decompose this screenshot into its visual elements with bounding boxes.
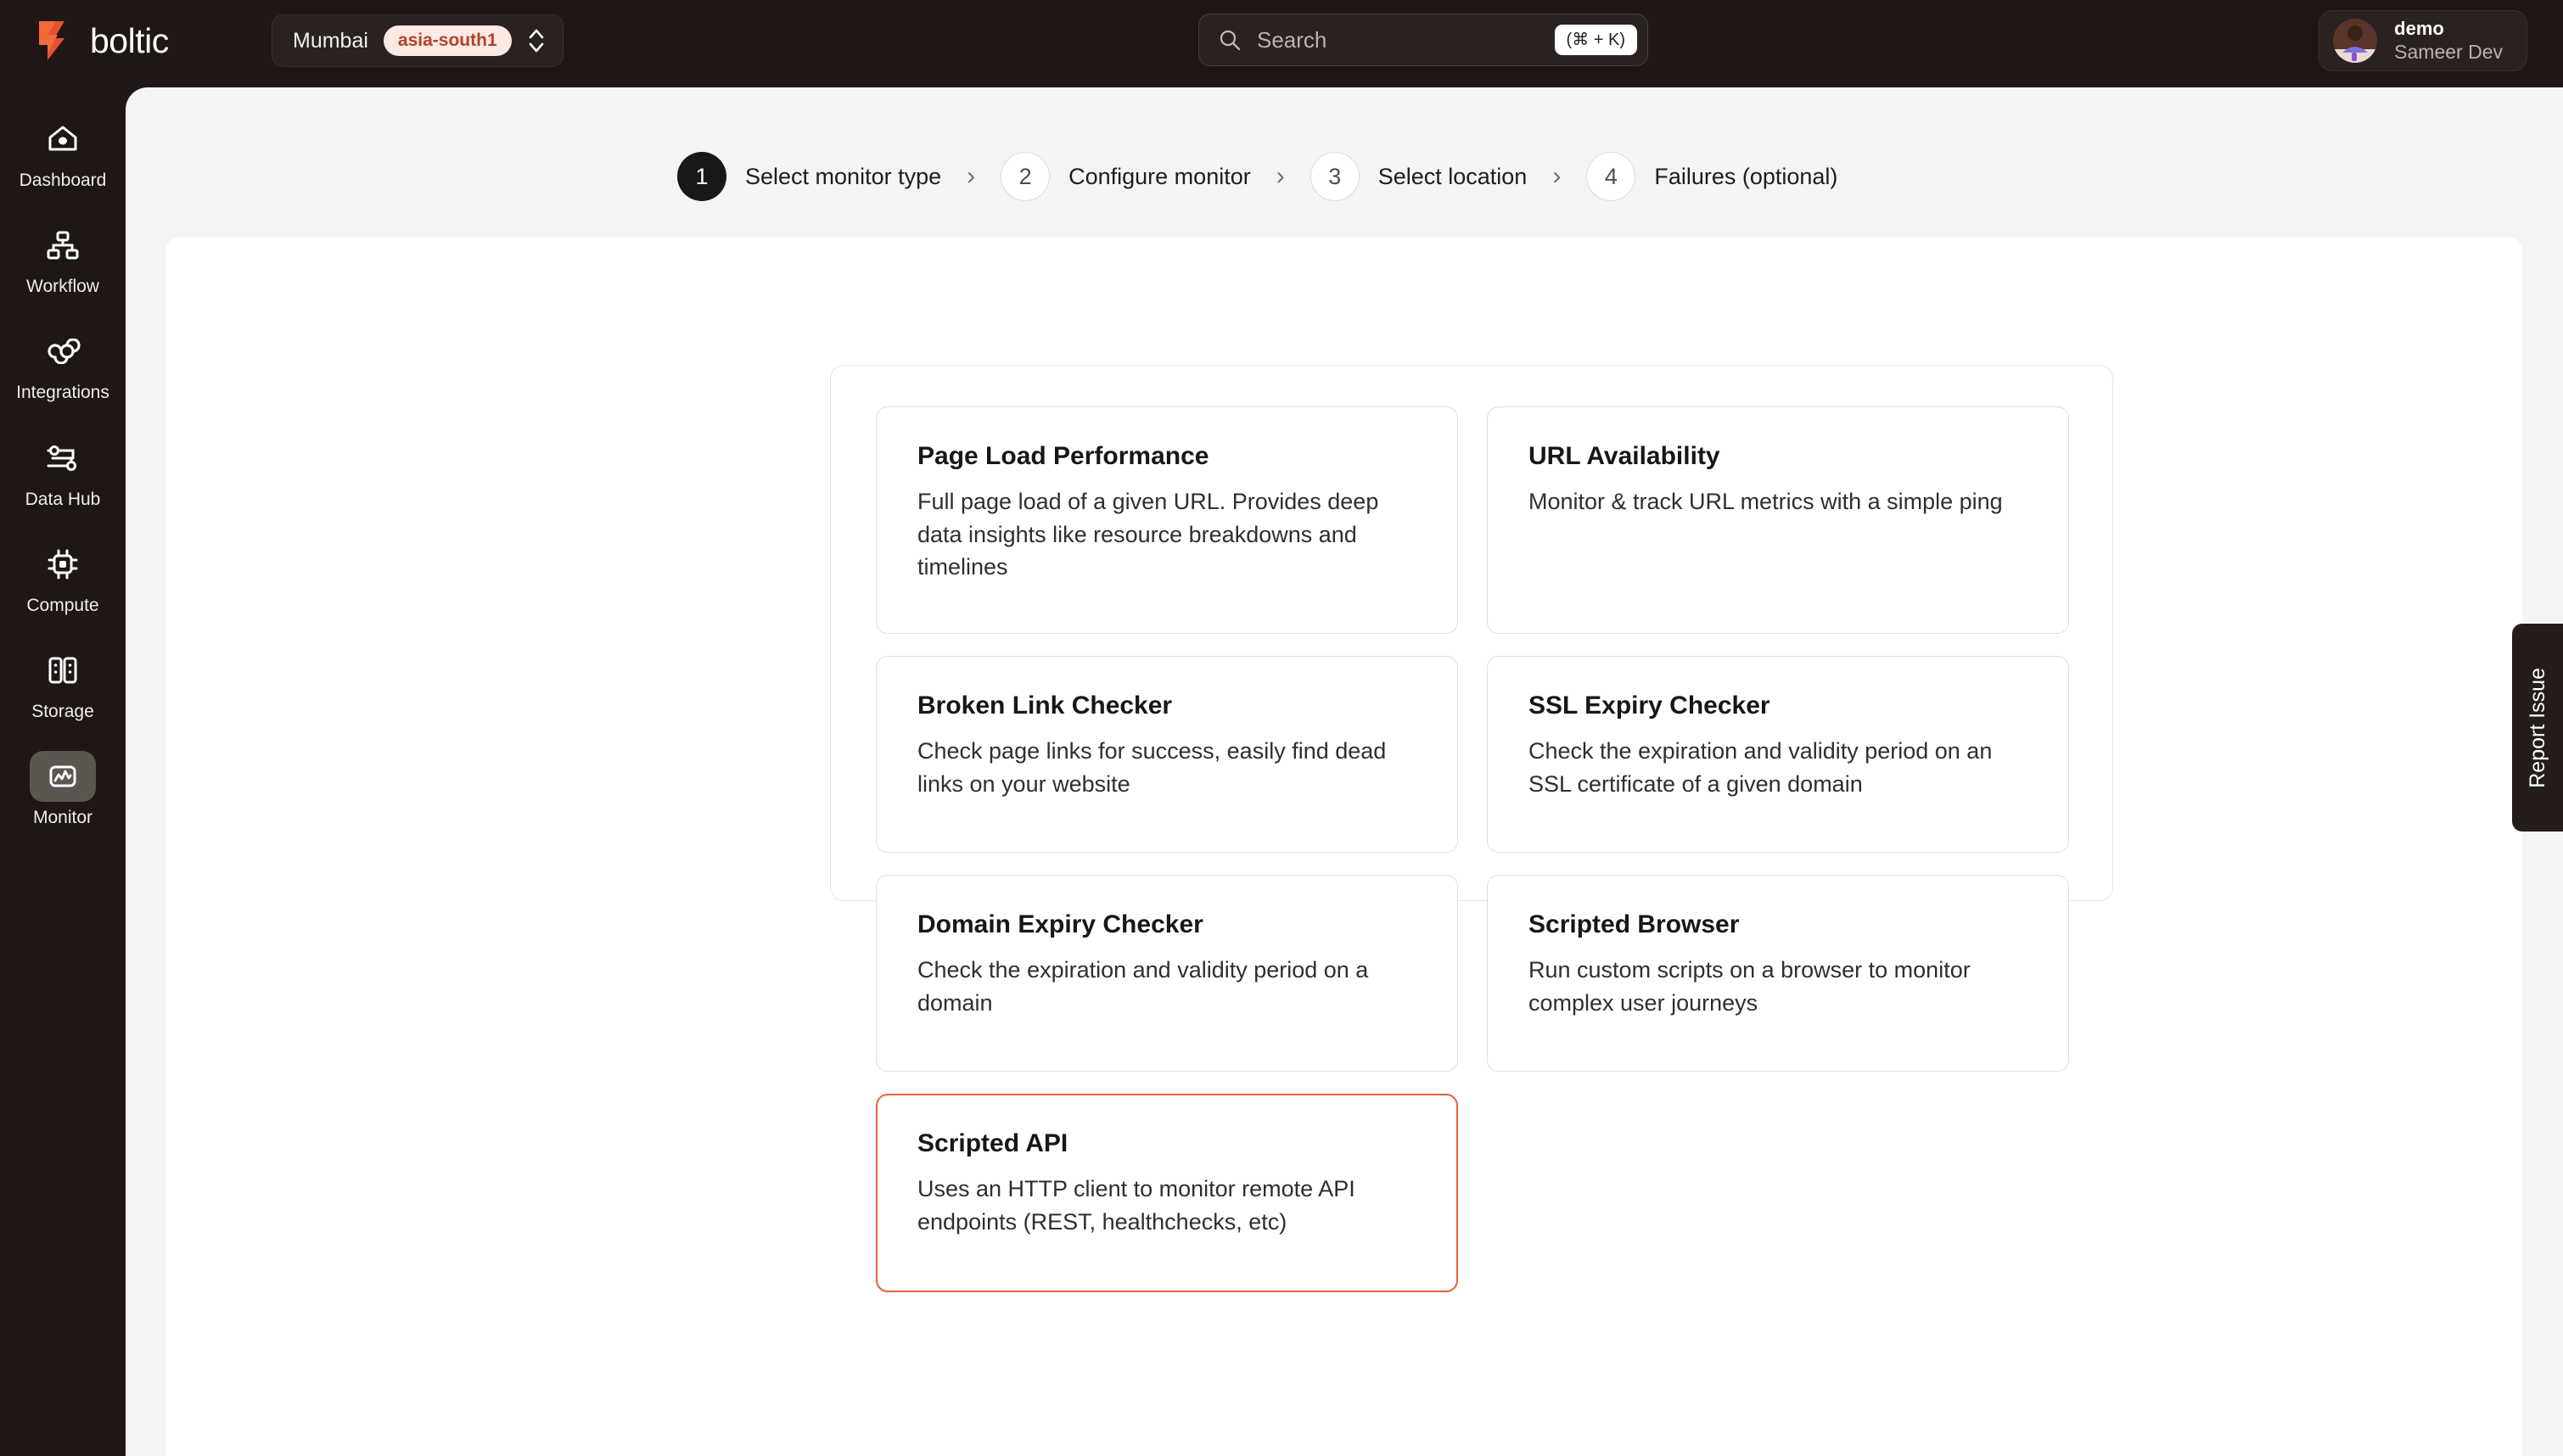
step-label: Failures (optional): [1654, 163, 1838, 189]
app-root: boltic Mumbai asia-south1 Search (⌘ + K): [0, 0, 2563, 1456]
sidebar-label: Compute: [26, 595, 99, 615]
monitor-type-card-broken-link-checker[interactable]: Broken Link Checker Check page links for…: [876, 656, 1458, 853]
sidebar-label: Integrations: [16, 383, 109, 403]
sidebar-item-dashboard[interactable]: Dashboard: [14, 114, 112, 191]
user-profile-menu[interactable]: demo Sameer Dev: [2319, 10, 2527, 71]
card-description: Run custom scripts on a browser to monit…: [1528, 957, 1971, 1016]
wizard-stepper: 1 Select monitor type › 2 Configure moni…: [126, 152, 2563, 201]
sidebar-item-storage[interactable]: Storage: [14, 645, 112, 722]
card-title: SSL Expiry Checker: [1528, 692, 1770, 720]
monitor-type-grid: Page Load Performance Full page load of …: [876, 406, 2069, 1292]
search-shortcut-badge: (⌘ + K): [1554, 25, 1637, 55]
search-input[interactable]: Search: [1257, 27, 1555, 53]
chevron-up-down-icon: [529, 29, 543, 53]
card-description: Check the expiration and validity period…: [1528, 738, 1993, 797]
monitor-type-card-ssl-expiry-checker[interactable]: SSL Expiry Checker Check the expiration …: [1487, 656, 2069, 853]
search-icon: [1220, 30, 1241, 51]
step-number: 3: [1310, 152, 1360, 201]
step-configure-monitor[interactable]: 2 Configure monitor: [1001, 152, 1251, 201]
step-separator-icon: ›: [967, 162, 976, 190]
compute-icon: [30, 539, 96, 590]
dashboard-icon: [30, 114, 96, 165]
profile-org: demo: [2394, 18, 2444, 40]
step-label: Configure monitor: [1068, 163, 1251, 189]
region-badge: asia-south1: [383, 25, 512, 57]
card-title: Broken Link Checker: [917, 692, 1173, 720]
sidebar-item-workflow[interactable]: Workflow: [14, 220, 112, 297]
report-issue-label: Report Issue: [2525, 667, 2549, 788]
step-number: 2: [1001, 152, 1051, 201]
sidebar-label: Workflow: [26, 277, 99, 297]
data-hub-icon: [30, 433, 96, 484]
card-title: Page Load Performance: [917, 442, 1209, 470]
sidebar-item-integrations[interactable]: Integrations: [14, 326, 112, 403]
report-issue-tab[interactable]: Report Issue: [2512, 624, 2563, 832]
step-label: Select location: [1377, 163, 1528, 189]
monitor-icon: [30, 751, 96, 803]
brand-name: boltic: [90, 20, 169, 60]
content-panel: Page Load Performance Full page load of …: [165, 238, 2522, 1456]
monitor-type-card-domain-expiry-checker[interactable]: Domain Expiry Checker Check the expirati…: [876, 875, 1458, 1072]
monitor-type-card-url-availability[interactable]: URL Availability Monitor & track URL met…: [1487, 406, 2069, 634]
step-number: 4: [1586, 152, 1636, 201]
monitor-type-card-scripted-api[interactable]: Scripted API Uses an HTTP client to moni…: [876, 1094, 1458, 1292]
card-title: URL Availability: [1528, 442, 1720, 470]
left-sidebar: Dashboard Workflow Integrations Data Hub…: [0, 81, 126, 1456]
integrations-icon: [30, 326, 96, 377]
sidebar-item-monitor[interactable]: Monitor: [14, 751, 112, 828]
workflow-icon: [30, 220, 96, 271]
sidebar-item-data-hub[interactable]: Data Hub: [14, 433, 112, 510]
sidebar-item-compute[interactable]: Compute: [14, 539, 112, 616]
sidebar-label: Dashboard: [19, 171, 107, 190]
profile-username: Sameer Dev: [2394, 41, 2503, 64]
card-description: Check the expiration and validity period…: [917, 957, 1369, 1016]
sidebar-label: Storage: [31, 701, 94, 721]
card-title: Scripted Browser: [1528, 910, 1740, 938]
step-select-monitor-type[interactable]: 1 Select monitor type: [677, 152, 941, 201]
step-separator-icon: ›: [1276, 162, 1285, 190]
card-description: Monitor & track URL metrics with a simpl…: [1528, 489, 2003, 514]
step-failures-optional[interactable]: 4 Failures (optional): [1586, 152, 1837, 201]
avatar: [2333, 19, 2378, 63]
region-name: Mumbai: [293, 28, 368, 53]
step-label: Select monitor type: [745, 163, 942, 189]
monitor-type-card-page-load-performance[interactable]: Page Load Performance Full page load of …: [876, 406, 1458, 634]
lightning-bolt-icon: [39, 21, 64, 60]
card-description: Full page load of a given URL. Provides …: [917, 489, 1379, 580]
monitor-type-frame: Page Load Performance Full page load of …: [830, 365, 2113, 1292]
sidebar-label: Data Hub: [25, 489, 101, 509]
sidebar-label: Monitor: [32, 808, 93, 828]
card-description: Uses an HTTP client to monitor remote AP…: [917, 1176, 1355, 1235]
main-content: 1 Select monitor type › 2 Configure moni…: [126, 87, 2563, 1456]
brand-logo[interactable]: boltic: [36, 20, 248, 62]
monitor-type-card-scripted-browser[interactable]: Scripted Browser Run custom scripts on a…: [1487, 875, 2069, 1072]
card-title: Domain Expiry Checker: [917, 910, 1203, 938]
step-separator-icon: ›: [1552, 162, 1562, 190]
card-description: Check page links for success, easily fin…: [917, 738, 1387, 797]
storage-icon: [30, 645, 96, 696]
region-selector[interactable]: Mumbai asia-south1: [272, 14, 564, 67]
profile-meta: demo Sameer Dev: [2394, 18, 2503, 64]
top-header: boltic Mumbai asia-south1 Search (⌘ + K): [0, 0, 2563, 81]
global-search[interactable]: Search (⌘ + K): [1198, 14, 1648, 66]
step-number: 1: [677, 152, 726, 201]
card-title: Scripted API: [917, 1129, 1068, 1157]
step-select-location[interactable]: 3 Select location: [1310, 152, 1528, 201]
